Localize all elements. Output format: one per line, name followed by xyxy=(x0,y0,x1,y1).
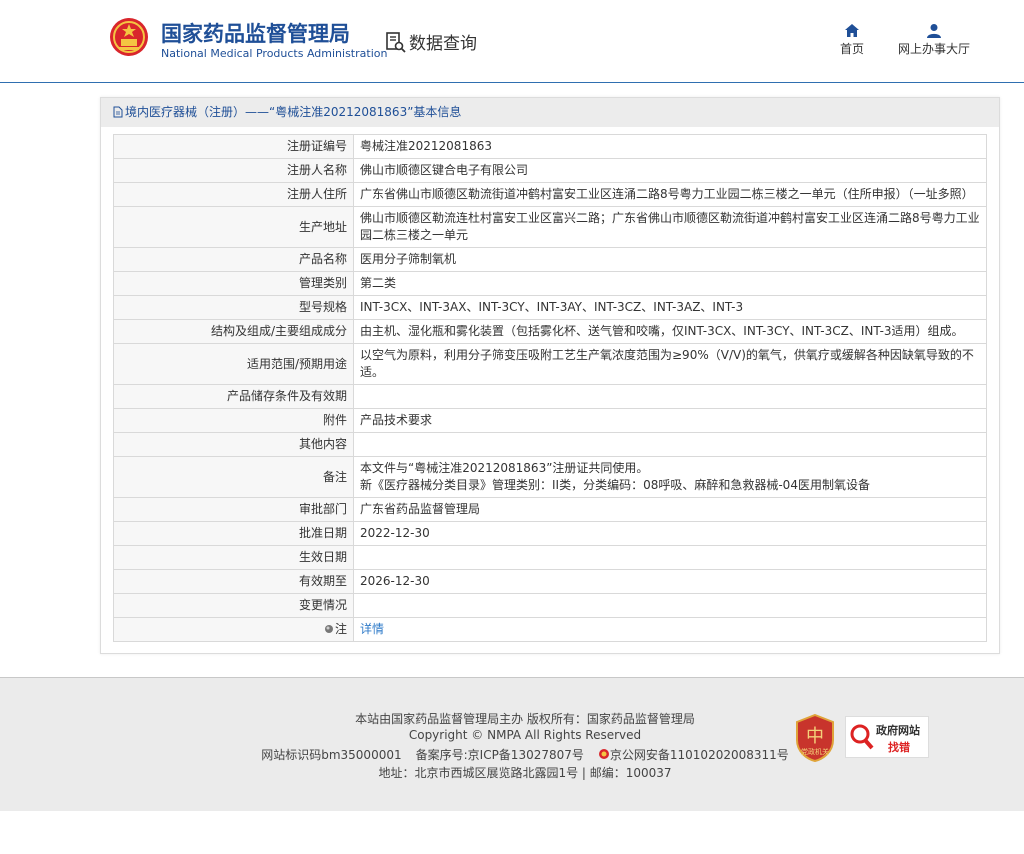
table-row: 产品储存条件及有效期 xyxy=(113,384,987,409)
table-row: 管理类别 第二类 xyxy=(113,271,987,296)
table-row: 批准日期 2022-12-30 xyxy=(113,521,987,546)
row-value: INT-3CX、INT-3AX、INT-3CY、INT-3AY、INT-3CZ、… xyxy=(353,295,987,320)
row-value xyxy=(353,545,987,570)
table-row: 审批部门 广东省药品监督管理局 xyxy=(113,497,987,522)
row-key: 产品名称 xyxy=(113,247,354,272)
row-value: 本文件与“粤械注准20212081863”注册证共同使用。 新《医疗器械分类目录… xyxy=(353,456,987,498)
table-row: 注册证编号 粤械注准20212081863 xyxy=(113,134,987,159)
row-value: 2022-12-30 xyxy=(353,521,987,546)
data-query-link[interactable]: 数据查询 xyxy=(385,29,477,54)
row-key: 其他内容 xyxy=(113,432,354,457)
table-row: 附件 产品技术要求 xyxy=(113,408,987,433)
footer-address: 地址：北京市西城区展览路北露园1号 | 邮编：100037 xyxy=(378,766,672,780)
row-key: 结构及组成/主要组成成分 xyxy=(113,319,354,344)
data-query-label: 数据查询 xyxy=(409,34,477,54)
row-value: 医用分子筛制氧机 xyxy=(353,247,987,272)
table-row: 结构及组成/主要组成成分 由主机、湿化瓶和雾化装置（包括雾化杯、送气管和咬嘴，仅I… xyxy=(113,319,987,344)
table-row: 注册人名称 佛山市顺德区键合电子有限公司 xyxy=(113,158,987,183)
row-key: 适用范围/预期用途 xyxy=(113,343,354,385)
row-value: 详情 xyxy=(353,617,987,642)
row-key: 生效日期 xyxy=(113,545,354,570)
details-link[interactable]: 详情 xyxy=(360,622,384,636)
row-value: 广东省佛山市顺德区勒流街道冲鹤村富安工业区连涌二路8号粤力工业园二栋三楼之一单元… xyxy=(353,182,987,207)
row-key: 注册人名称 xyxy=(113,158,354,183)
table-row: 适用范围/预期用途 以空气为原料，利用分子筛变压吸附工艺生产氧浓度范围为≥90%（… xyxy=(113,343,987,385)
row-key: 生产地址 xyxy=(113,206,354,248)
user-icon xyxy=(927,24,941,38)
nav-online-hall[interactable]: 网上办事大厅 xyxy=(896,23,972,57)
footer-site-id: 网站标识码bm35000001 xyxy=(261,748,402,762)
row-value xyxy=(353,432,987,457)
nav-online-hall-label: 网上办事大厅 xyxy=(897,42,970,56)
org-name-en: National Medical Products Administration xyxy=(161,47,388,60)
table-row: 注 详情 xyxy=(113,617,987,642)
row-key: 备注 xyxy=(113,456,354,498)
info-panel: 境内医疗器械（注册）——“粤械注准20212081863”基本信息 注册证编号粤… xyxy=(100,97,1000,654)
table-row: 产品名称 医用分子筛制氧机 xyxy=(113,247,987,272)
row-value xyxy=(353,593,987,618)
table-row: 备注 本文件与“粤械注准20212081863”注册证共同使用。 新《医疗器械分类… xyxy=(113,456,987,498)
row-value: 第二类 xyxy=(353,271,987,296)
row-value: 佛山市顺德区勒流连杜村富安工业区富兴二路；广东省佛山市顺德区勒流街道冲鹤村富安工… xyxy=(353,206,987,248)
row-key: 产品储存条件及有效期 xyxy=(113,384,354,409)
row-value: 以空气为原料，利用分子筛变压吸附工艺生产氧浓度范围为≥90%（V/V)的氧气，供… xyxy=(353,343,987,385)
nav-home[interactable]: 首页 xyxy=(838,23,866,57)
row-value: 广东省药品监督管理局 xyxy=(353,497,987,522)
table-row: 变更情况 xyxy=(113,593,987,618)
row-value: 佛山市顺德区键合电子有限公司 xyxy=(353,158,987,183)
row-key: 批准日期 xyxy=(113,521,354,546)
table-row: 生效日期 xyxy=(113,545,987,570)
svg-text:中: 中 xyxy=(806,726,824,747)
row-key: 变更情况 xyxy=(113,593,354,618)
row-value: 粤械注准20212081863 xyxy=(353,134,987,159)
row-key: 注 xyxy=(113,617,354,642)
table-row: 其他内容 xyxy=(113,432,987,457)
note-icon xyxy=(324,625,333,633)
national-emblem-icon xyxy=(110,18,148,56)
note-key-label: 注 xyxy=(334,622,347,636)
badge1-text: 党政机关 xyxy=(801,747,829,756)
row-key: 有效期至 xyxy=(113,569,354,594)
info-table: 注册证编号 粤械注准20212081863 注册人名称 佛山市顺德区键合电子有限公司注… xyxy=(113,134,987,642)
row-key: 管理类别 xyxy=(113,271,354,296)
row-key: 附件 xyxy=(113,408,354,433)
gov-site-error-report[interactable]: 政府网站 找错 xyxy=(845,716,929,758)
party-government-badge-icon[interactable]: 中 党政机关 xyxy=(795,714,835,762)
row-value: 由主机、湿化瓶和雾化装置（包括雾化杯、送气管和咬嘴，仅INT-3CX、INT-3… xyxy=(353,319,987,344)
table-row: 型号规格 INT-3CX、INT-3AX、INT-3CY、INT-3AY、INT-… xyxy=(113,295,987,320)
panel-title: 境内医疗器械（注册）——“粤械注准20212081863”基本信息 xyxy=(101,98,999,127)
row-value xyxy=(353,384,987,409)
document-search-icon xyxy=(386,31,406,53)
row-value: 2026-12-30 xyxy=(353,569,987,594)
magnifier-icon xyxy=(850,724,874,750)
footer-icp-link[interactable]: 备案序号:京ICP备13027807号 xyxy=(416,748,584,762)
row-key: 型号规格 xyxy=(113,295,354,320)
row-key: 注册人住所 xyxy=(113,182,354,207)
row-key: 审批部门 xyxy=(113,497,354,522)
document-icon xyxy=(113,106,123,118)
site-header: 国家药品监督管理局 National Medical Products Admi… xyxy=(0,0,1024,83)
table-row: 有效期至 2026-12-30 xyxy=(113,569,987,594)
row-value: 产品技术要求 xyxy=(353,408,987,433)
badge2-line2: 找错 xyxy=(888,741,910,754)
table-row: 生产地址 佛山市顺德区勒流连杜村富安工业区富兴二路；广东省佛山市顺德区勒流街道冲鹤… xyxy=(113,206,987,248)
home-icon xyxy=(845,24,859,37)
badge2-line1: 政府网站 xyxy=(876,724,920,737)
footer-police-link[interactable]: 京公网安备11010202008311号 xyxy=(610,748,789,762)
nav-home-label: 首页 xyxy=(839,42,864,56)
panel-title-text: 境内医疗器械（注册）——“粤械注准20212081863”基本信息 xyxy=(125,105,462,119)
table-row: 注册人住所 广东省佛山市顺德区勒流街道冲鹤村富安工业区连涌二路8号粤力工业园二栋三… xyxy=(113,182,987,207)
org-name-cn: 国家药品监督管理局 xyxy=(161,22,350,46)
police-badge-icon xyxy=(598,749,609,759)
row-key: 注册证编号 xyxy=(113,134,354,159)
